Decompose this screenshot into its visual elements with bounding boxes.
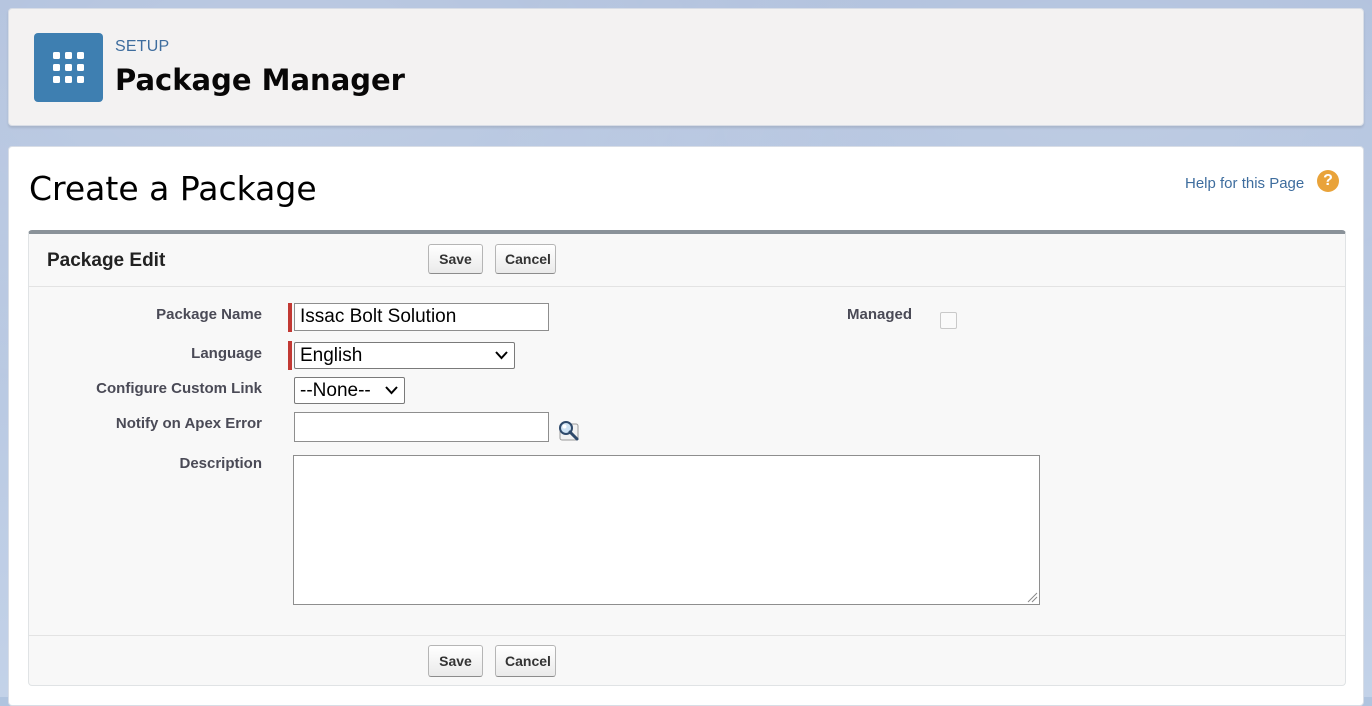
block-title: Package Edit	[47, 250, 166, 271]
required-indicator	[288, 341, 292, 370]
save-button-bottom[interactable]: Save	[428, 645, 483, 677]
notify-apex-label: Notify on Apex Error	[115, 415, 262, 432]
page-title: Create a Package	[29, 169, 317, 208]
header-title: Package Manager	[115, 63, 405, 97]
setup-eyebrow: SETUP	[115, 38, 170, 55]
magnifier-lookup-icon[interactable]	[556, 418, 582, 444]
managed-checkbox[interactable]	[940, 312, 957, 329]
package-edit-block: Package Edit Save Cancel Package Name Is…	[28, 230, 1346, 686]
package-name-input[interactable]: Issac Bolt Solution	[294, 303, 549, 331]
custom-link-select-value: --None--	[300, 380, 371, 401]
notify-apex-input[interactable]	[294, 412, 549, 442]
custom-link-select[interactable]: --None--	[294, 377, 405, 404]
help-link[interactable]: Help for this Page	[1185, 175, 1304, 192]
package-name-label: Package Name	[156, 306, 262, 323]
chevron-down-icon	[385, 386, 398, 395]
language-select-value: English	[300, 345, 363, 366]
header-divider	[29, 286, 1345, 287]
footer-divider	[29, 635, 1345, 636]
language-select[interactable]: English	[294, 342, 515, 369]
app-grid-icon	[34, 33, 103, 102]
managed-label: Managed	[846, 306, 912, 323]
cancel-button-top[interactable]: Cancel	[495, 244, 556, 274]
language-label: Language	[191, 345, 262, 362]
resize-grip-icon[interactable]	[1026, 591, 1038, 603]
question-icon[interactable]: ?	[1317, 170, 1339, 192]
cancel-button-bottom[interactable]: Cancel	[495, 645, 556, 677]
setup-header: SETUP Package Manager	[8, 8, 1364, 126]
chevron-down-icon	[495, 351, 508, 360]
description-textarea[interactable]	[293, 455, 1040, 605]
main-content-card: Create a Package Help for this Page ? Pa…	[8, 146, 1364, 706]
save-button-top[interactable]: Save	[428, 244, 483, 274]
required-indicator	[288, 303, 292, 332]
custom-link-label: Configure Custom Link	[96, 380, 262, 397]
description-label: Description	[179, 455, 262, 472]
